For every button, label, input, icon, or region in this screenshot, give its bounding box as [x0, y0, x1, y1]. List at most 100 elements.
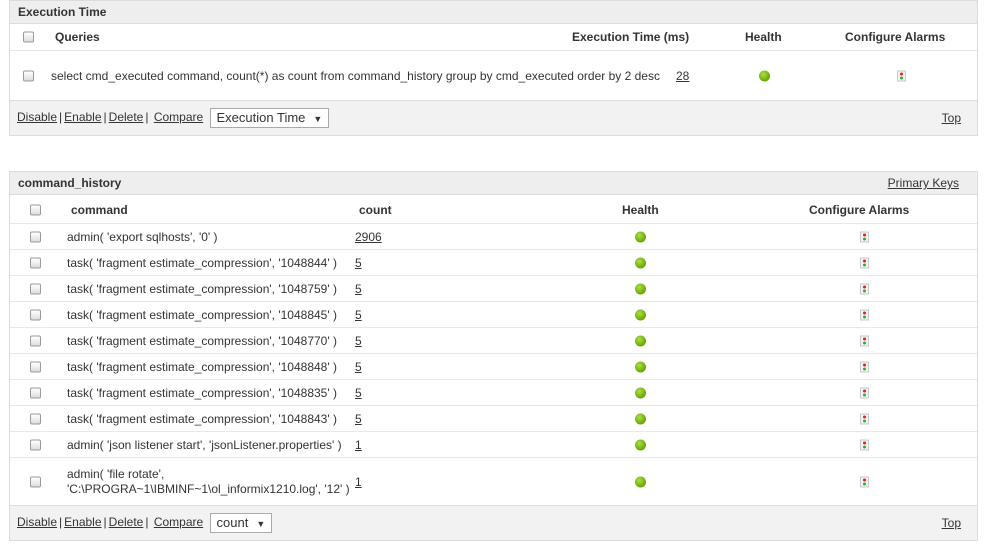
configure-alarm-icon[interactable] [897, 70, 906, 82]
configure-alarm-icon[interactable] [860, 231, 869, 242]
health-status-icon [759, 70, 770, 82]
command-text: task( 'fragment estimate_compression', '… [67, 385, 337, 400]
count-link[interactable]: 5 [355, 360, 362, 374]
configure-alarm-icon[interactable] [860, 283, 869, 294]
command-text: task( 'fragment estimate_compression', '… [67, 281, 337, 296]
compare-link[interactable]: Compare [154, 110, 203, 124]
row-checkbox[interactable] [30, 257, 41, 268]
select-all-checkbox[interactable] [23, 31, 34, 42]
execution-time-panel: Execution Time Queries Execution Time (m… [9, 0, 978, 136]
configure-alarm-icon[interactable] [860, 361, 869, 372]
table-row: task( 'fragment estimate_compression', '… [10, 328, 977, 354]
table-row: task( 'fragment estimate_compression', '… [10, 302, 977, 328]
table-row: task( 'fragment estimate_compression', '… [10, 354, 977, 380]
enable-link[interactable]: Enable [64, 515, 101, 529]
panel-title: command_history Primary Keys [10, 172, 977, 195]
table-header-row: Queries Execution Time (ms) Health Confi… [10, 23, 977, 51]
table-row: task( 'fragment estimate_compression', '… [10, 276, 977, 302]
command-text: task( 'fragment estimate_compression', '… [67, 307, 337, 322]
row-checkbox[interactable] [30, 335, 41, 346]
column-header-count: count [359, 203, 392, 217]
compare-select-value: count [216, 515, 249, 530]
table-header-row: command count Health Configure Alarms [10, 197, 977, 224]
chevron-down-icon: ▼ [313, 114, 323, 124]
panel-title-text: command_history [18, 176, 122, 190]
table-row: task( 'fragment estimate_compression', '… [10, 250, 977, 276]
count-link[interactable]: 1 [355, 475, 362, 489]
top-link[interactable]: Top [942, 516, 961, 530]
count-link[interactable]: 5 [355, 334, 362, 348]
command-text: admin( 'json listener start', 'jsonListe… [67, 437, 342, 452]
health-status-icon [635, 413, 646, 424]
column-header-health: Health [622, 203, 659, 217]
row-checkbox[interactable] [30, 476, 41, 487]
health-status-icon [635, 387, 646, 398]
execution-time-link[interactable]: 28 [676, 69, 689, 83]
row-checkbox[interactable] [30, 309, 41, 320]
configure-alarm-icon[interactable] [860, 387, 869, 398]
compare-select[interactable]: Execution Time ▼ [209, 108, 330, 128]
configure-alarm-icon[interactable] [860, 309, 869, 320]
row-checkbox[interactable] [30, 231, 41, 242]
count-link[interactable]: 5 [355, 308, 362, 322]
configure-alarm-icon[interactable] [860, 439, 869, 450]
table-row: admin( 'export sqlhosts', '0' ) 2906 [10, 224, 977, 250]
column-header-configure-alarms: Configure Alarms [845, 29, 946, 44]
configure-alarm-icon[interactable] [860, 476, 869, 487]
count-link[interactable]: 5 [355, 256, 362, 270]
command-text: task( 'fragment estimate_compression', '… [67, 359, 337, 374]
health-status-icon [635, 257, 646, 268]
command-text: task( 'fragment estimate_compression', '… [67, 333, 337, 348]
command-text: task( 'fragment estimate_compression', '… [67, 411, 337, 426]
column-header-execution-time: Execution Time (ms) [572, 29, 690, 44]
query-text: select cmd_executed command, count(*) as… [51, 69, 660, 83]
row-checkbox[interactable] [30, 413, 41, 424]
health-status-icon [635, 309, 646, 320]
column-header-health: Health [745, 29, 782, 44]
column-header-queries: Queries [55, 29, 100, 44]
table-row: task( 'fragment estimate_compression', '… [10, 380, 977, 406]
disable-link[interactable]: Disable [17, 515, 57, 529]
column-header-command: command [71, 203, 128, 217]
delete-link[interactable]: Delete [109, 515, 144, 529]
health-status-icon [635, 283, 646, 294]
count-link[interactable]: 2906 [355, 230, 382, 244]
configure-alarm-icon[interactable] [860, 335, 869, 346]
count-link[interactable]: 5 [355, 386, 362, 400]
count-link[interactable]: 1 [355, 438, 362, 452]
compare-select-value: Execution Time [216, 110, 306, 125]
panel-footer: Disable | Enable | Delete | Compare count ▼ To… [10, 505, 977, 540]
row-checkbox[interactable] [30, 361, 41, 372]
configure-alarm-icon[interactable] [860, 413, 869, 424]
row-checkbox[interactable] [23, 70, 34, 82]
command-history-panel: command_history Primary Keys command cou… [9, 171, 978, 541]
health-status-icon [635, 476, 646, 487]
chevron-down-icon: ▼ [256, 519, 266, 529]
health-status-icon [635, 231, 646, 242]
panel-title: Execution Time [10, 1, 977, 24]
health-status-icon [635, 361, 646, 372]
row-checkbox[interactable] [30, 387, 41, 398]
count-link[interactable]: 5 [355, 282, 362, 296]
table-row: task( 'fragment estimate_compression', '… [10, 406, 977, 432]
compare-select[interactable]: count ▼ [209, 513, 273, 533]
compare-link[interactable]: Compare [154, 515, 203, 529]
row-checkbox[interactable] [30, 439, 41, 450]
row-checkbox[interactable] [30, 283, 41, 294]
command-text: admin( 'file rotate', 'C:\PROGRA~1\IBMIN… [67, 466, 350, 496]
health-status-icon [635, 335, 646, 346]
table-row: admin( 'file rotate', 'C:\PROGRA~1\IBMIN… [10, 458, 977, 506]
top-link[interactable]: Top [942, 111, 961, 125]
count-link[interactable]: 5 [355, 412, 362, 426]
configure-alarm-icon[interactable] [860, 257, 869, 268]
select-all-checkbox[interactable] [30, 204, 41, 216]
delete-link[interactable]: Delete [109, 110, 144, 124]
enable-link[interactable]: Enable [64, 110, 101, 124]
disable-link[interactable]: Disable [17, 110, 57, 124]
column-header-configure-alarms: Configure Alarms [809, 203, 910, 217]
primary-keys-link[interactable]: Primary Keys [888, 172, 959, 194]
table-row: admin( 'json listener start', 'jsonListe… [10, 432, 977, 458]
command-text: admin( 'export sqlhosts', '0' ) [67, 229, 218, 244]
health-status-icon [635, 439, 646, 450]
table-row: select cmd_executed command, count(*) as… [10, 51, 977, 101]
